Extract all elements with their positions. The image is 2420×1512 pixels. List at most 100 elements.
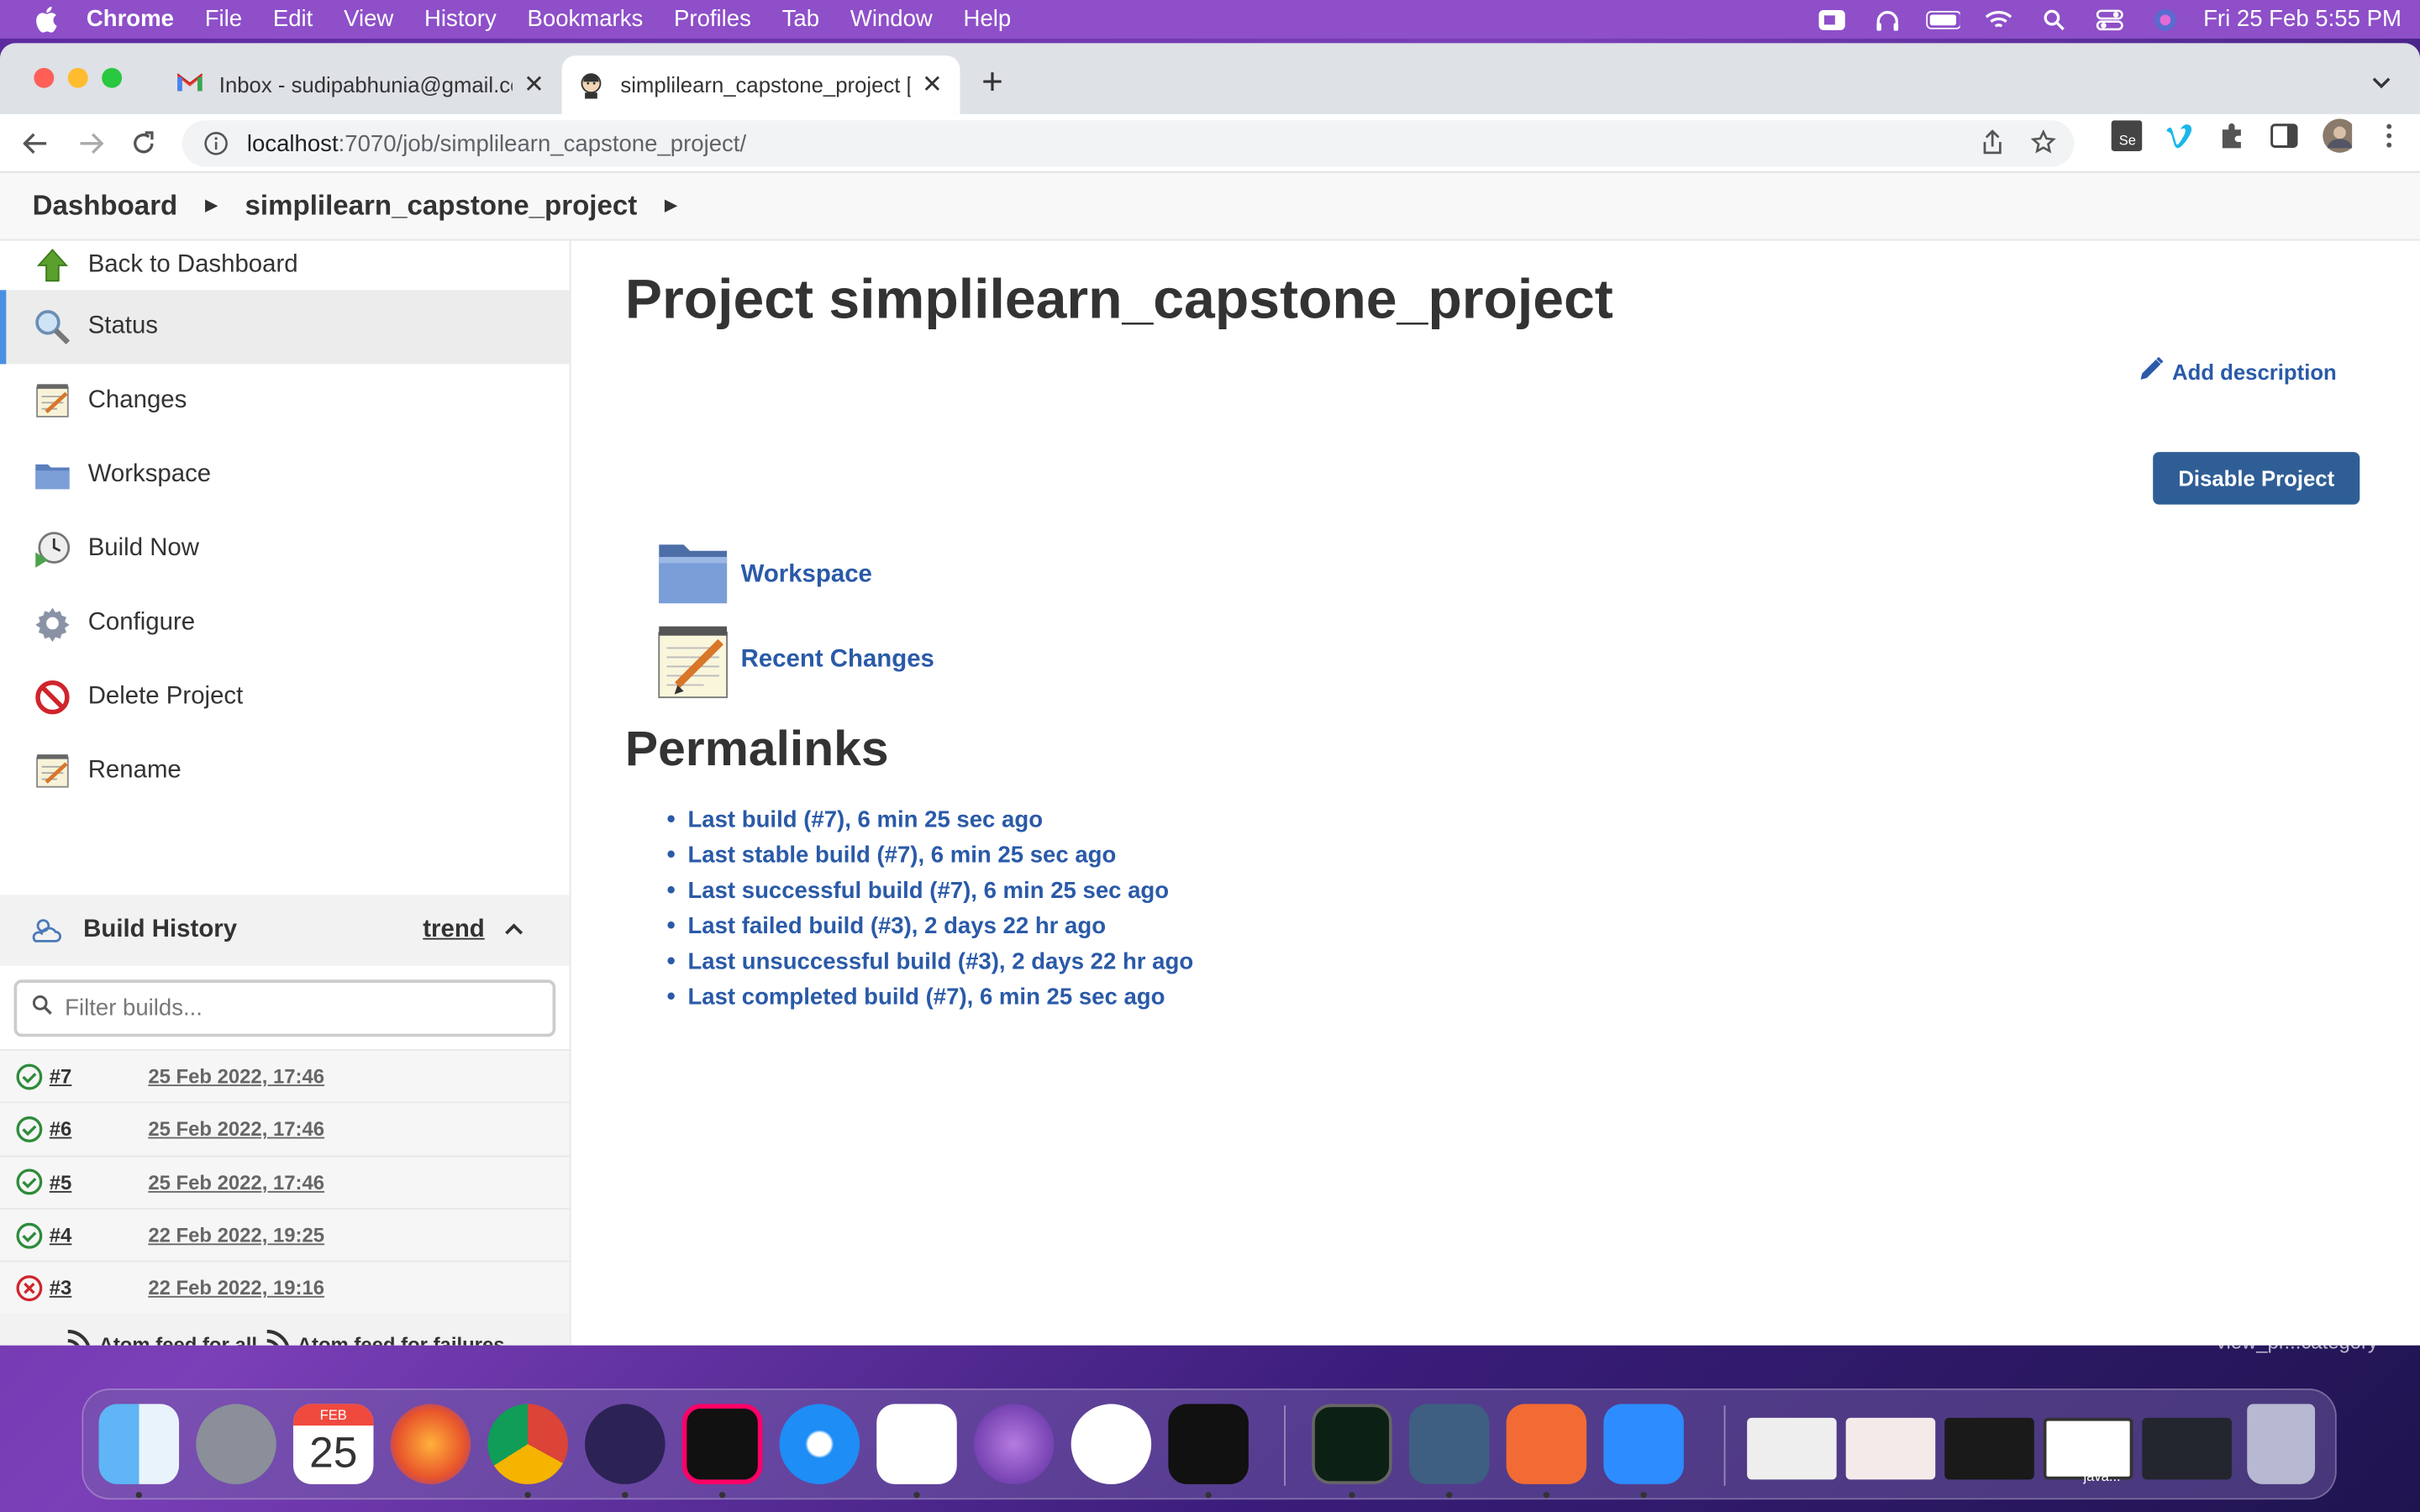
selenium-extension-icon[interactable]: Se <box>2111 120 2143 151</box>
build-number-link[interactable]: #7 <box>50 1065 149 1089</box>
menu-view[interactable]: View <box>344 6 393 32</box>
new-tab-button[interactable]: + <box>981 64 1003 101</box>
disable-project-button[interactable]: Disable Project <box>2153 452 2360 505</box>
menu-window[interactable]: Window <box>850 6 933 32</box>
battery-icon[interactable] <box>1925 7 1960 31</box>
close-tab-icon[interactable]: ✕ <box>522 72 546 98</box>
build-date-link[interactable]: 22 Feb 2022, 19:16 <box>148 1277 324 1300</box>
control-center-icon[interactable] <box>2092 7 2126 31</box>
recent-changes-link[interactable]: Recent Changes <box>656 623 934 699</box>
terminal-icon[interactable] <box>1168 1404 1249 1484</box>
close-tab-icon[interactable]: ✕ <box>920 72 944 98</box>
sidebar-item-build-now[interactable]: Build Now <box>0 512 570 586</box>
menu-file[interactable]: File <box>205 6 242 32</box>
chevron-up-icon[interactable] <box>503 916 525 944</box>
breadcrumb-project[interactable]: simplilearn_capstone_project <box>245 190 638 223</box>
build-date-link[interactable]: 25 Feb 2022, 17:46 <box>148 1118 324 1142</box>
build-date-link[interactable]: 22 Feb 2022, 19:25 <box>148 1224 324 1247</box>
build-row[interactable]: #5 25 Feb 2022, 17:46 <box>0 1154 570 1208</box>
filter-builds-input[interactable]: Filter builds... <box>13 979 556 1037</box>
sidebar-item-status[interactable]: Status <box>0 290 570 365</box>
breadcrumb-dashboard[interactable]: Dashboard <box>0 190 178 223</box>
mysql-workbench-icon[interactable] <box>1408 1404 1490 1484</box>
activity-monitor-icon[interactable] <box>1312 1404 1392 1484</box>
menu-help[interactable]: Help <box>964 6 1012 32</box>
sidebar-item-configure[interactable]: Configure <box>0 586 570 660</box>
tab-jenkins-project[interactable]: simplilearn_capstone_project [ ✕ <box>561 55 960 114</box>
camera-icon[interactable] <box>1814 7 1848 31</box>
bookmark-star-icon[interactable] <box>2030 129 2056 160</box>
window-thumbnail[interactable] <box>2142 1417 2232 1480</box>
finder-icon[interactable] <box>98 1404 180 1484</box>
safari-icon[interactable] <box>779 1404 860 1484</box>
build-number-link[interactable]: #5 <box>50 1171 149 1194</box>
wifi-icon[interactable] <box>1981 7 2015 31</box>
android-studio-icon[interactable] <box>1071 1404 1152 1484</box>
build-number-link[interactable]: #6 <box>50 1118 149 1142</box>
atom-feed-failures-link[interactable]: Atom feed for failures <box>263 1327 505 1346</box>
breadcrumb-caret-icon[interactable]: ▶ <box>205 197 217 214</box>
sidebar-item-rename[interactable]: Rename <box>0 734 570 808</box>
menu-tab[interactable]: Tab <box>782 6 819 32</box>
build-date-link[interactable]: 25 Feb 2022, 17:46 <box>148 1065 324 1089</box>
window-thumbnail[interactable] <box>1944 1417 2034 1480</box>
zoom-icon[interactable] <box>1603 1404 1684 1484</box>
vimeo-extension-icon[interactable] <box>2164 120 2195 151</box>
close-window-button[interactable] <box>34 67 55 88</box>
extensions-puzzle-icon[interactable] <box>2217 120 2248 151</box>
menu-app-chrome[interactable]: Chrome <box>87 6 174 32</box>
postman-icon[interactable] <box>1506 1404 1587 1484</box>
vscode-icon[interactable] <box>876 1404 957 1484</box>
menubar-clock[interactable]: Fri 25 Feb 5:55 PM <box>2203 6 2402 32</box>
build-number-link[interactable]: #3 <box>50 1277 149 1300</box>
profile-avatar[interactable] <box>2321 118 2353 153</box>
zoom-window-button[interactable] <box>102 67 123 88</box>
breadcrumb-caret-icon[interactable]: ▶ <box>665 197 676 214</box>
back-arrow-icon[interactable] <box>13 119 59 165</box>
siri-icon[interactable] <box>2148 7 2181 31</box>
window-thumbnail[interactable] <box>1747 1417 1837 1480</box>
tab-gmail-inbox[interactable]: Inbox - sudipabhunia@gmail.co ✕ <box>160 55 562 114</box>
permalink-last-failed-build[interactable]: Last failed build (#3), 2 days 22 hr ago <box>666 909 1193 944</box>
minimize-window-button[interactable] <box>67 67 88 88</box>
permalink-last-completed-build[interactable]: Last completed build (#7), 6 min 25 sec … <box>666 979 1193 1015</box>
trash-icon[interactable] <box>2247 1404 2316 1484</box>
sidebar-item-delete-project[interactable]: Delete Project <box>0 660 570 734</box>
permalink-last-build[interactable]: Last build (#7), 6 min 25 sec ago <box>666 802 1193 837</box>
chrome-menu-icon[interactable] <box>2374 120 2405 151</box>
trend-link[interactable]: trend <box>423 916 484 944</box>
system-preferences-icon[interactable] <box>196 1404 276 1484</box>
chrome-icon[interactable] <box>487 1404 568 1484</box>
menu-profiles[interactable]: Profiles <box>674 6 751 32</box>
site-info-icon[interactable] <box>203 131 228 155</box>
sidebar-item-back-to-dashboard[interactable]: Back to Dashboard <box>0 241 570 291</box>
build-row[interactable]: #3 22 Feb 2022, 19:16 <box>0 1260 570 1314</box>
permalink-last-unsuccessful-build[interactable]: Last unsuccessful build (#3), 2 days 22 … <box>666 944 1193 979</box>
workspace-link[interactable]: Workspace <box>656 538 872 612</box>
eclipse-icon[interactable] <box>585 1404 666 1484</box>
menu-bookmarks[interactable]: Bookmarks <box>527 6 643 32</box>
sidebar-item-workspace[interactable]: Workspace <box>0 438 570 512</box>
build-row[interactable]: #4 22 Feb 2022, 19:25 <box>0 1207 570 1261</box>
window-thumbnail[interactable] <box>1845 1417 1936 1480</box>
sidebar-item-changes[interactable]: Changes <box>0 364 570 438</box>
build-row[interactable]: #6 25 Feb 2022, 17:46 <box>0 1101 570 1155</box>
permalink-last-successful-build[interactable]: Last successful build (#7), 6 min 25 sec… <box>666 874 1193 909</box>
app-icon[interactable] <box>973 1404 1055 1484</box>
build-date-link[interactable]: 25 Feb 2022, 17:46 <box>148 1171 324 1194</box>
menu-edit[interactable]: Edit <box>273 6 313 32</box>
headphones-icon[interactable] <box>1870 7 1903 31</box>
firefox-icon[interactable] <box>390 1404 471 1484</box>
address-bar[interactable]: localhost:7070/job/simplilearn_capstone_… <box>182 120 2075 167</box>
atom-feed-all-link[interactable]: Atom feed for all <box>65 1327 257 1346</box>
side-panel-icon[interactable] <box>2269 120 2300 151</box>
calendar-icon[interactable]: FEB 25 <box>292 1404 374 1484</box>
reload-icon[interactable] <box>120 119 166 165</box>
menu-history[interactable]: History <box>424 6 497 32</box>
build-row[interactable]: #7 25 Feb 2022, 17:46 <box>0 1048 570 1102</box>
tab-search-chevron-icon[interactable] <box>2370 71 2392 98</box>
share-icon[interactable] <box>1981 129 2003 160</box>
apple-menu-icon[interactable] <box>31 4 62 35</box>
spotlight-search-icon[interactable] <box>2037 7 2070 31</box>
add-description-link[interactable]: Add description <box>2139 354 2337 387</box>
